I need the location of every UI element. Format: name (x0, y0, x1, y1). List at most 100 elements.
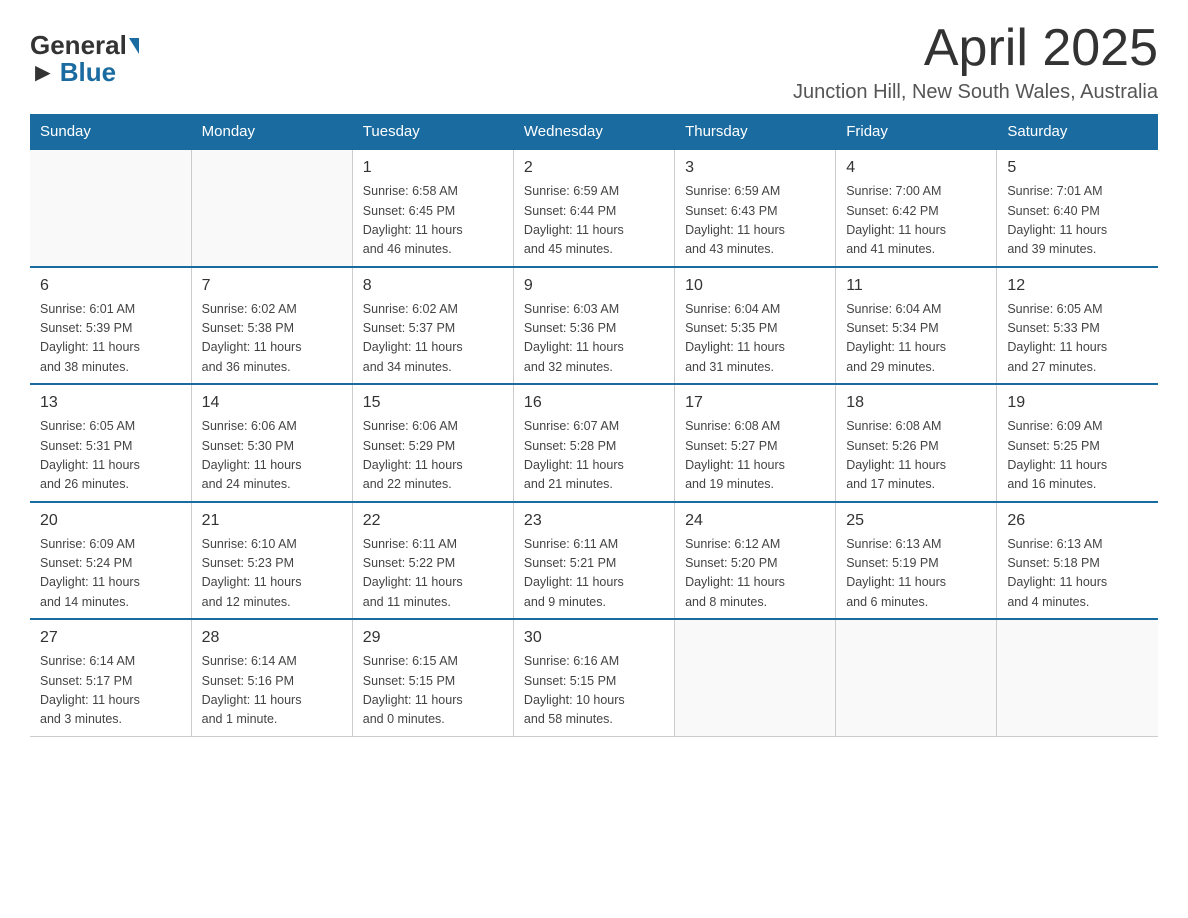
calendar-day-13: 13Sunrise: 6:05 AMSunset: 5:31 PMDayligh… (30, 384, 191, 502)
day-number: 28 (202, 626, 342, 650)
calendar-day-16: 16Sunrise: 6:07 AMSunset: 5:28 PMDayligh… (513, 384, 674, 502)
calendar-empty-cell (675, 619, 836, 736)
day-info: Sunrise: 6:15 AMSunset: 5:15 PMDaylight:… (363, 652, 503, 730)
day-info: Sunrise: 7:01 AMSunset: 6:40 PMDaylight:… (1007, 182, 1148, 260)
day-number: 11 (846, 274, 986, 298)
day-info: Sunrise: 6:13 AMSunset: 5:19 PMDaylight:… (846, 535, 986, 613)
calendar-empty-cell (997, 619, 1158, 736)
day-info: Sunrise: 6:06 AMSunset: 5:30 PMDaylight:… (202, 417, 342, 495)
calendar-day-23: 23Sunrise: 6:11 AMSunset: 5:21 PMDayligh… (513, 502, 674, 620)
day-info: Sunrise: 6:59 AMSunset: 6:43 PMDaylight:… (685, 182, 825, 260)
day-info: Sunrise: 6:59 AMSunset: 6:44 PMDaylight:… (524, 182, 664, 260)
day-info: Sunrise: 6:58 AMSunset: 6:45 PMDaylight:… (363, 182, 503, 260)
calendar-day-4: 4Sunrise: 7:00 AMSunset: 6:42 PMDaylight… (836, 149, 997, 267)
day-info: Sunrise: 6:13 AMSunset: 5:18 PMDaylight:… (1007, 535, 1148, 613)
calendar-day-19: 19Sunrise: 6:09 AMSunset: 5:25 PMDayligh… (997, 384, 1158, 502)
calendar-day-3: 3Sunrise: 6:59 AMSunset: 6:43 PMDaylight… (675, 149, 836, 267)
logo: General ► Blue (30, 30, 141, 88)
day-number: 9 (524, 274, 664, 298)
calendar-day-header-thursday: Thursday (675, 115, 836, 150)
calendar-day-11: 11Sunrise: 6:04 AMSunset: 5:34 PMDayligh… (836, 267, 997, 385)
day-number: 13 (40, 391, 181, 415)
day-number: 29 (363, 626, 503, 650)
day-number: 25 (846, 509, 986, 533)
calendar-empty-cell (191, 149, 352, 267)
day-info: Sunrise: 6:11 AMSunset: 5:22 PMDaylight:… (363, 535, 503, 613)
day-number: 16 (524, 391, 664, 415)
calendar-empty-cell (836, 619, 997, 736)
calendar-day-9: 9Sunrise: 6:03 AMSunset: 5:36 PMDaylight… (513, 267, 674, 385)
day-number: 21 (202, 509, 342, 533)
calendar-day-header-saturday: Saturday (997, 115, 1158, 150)
calendar-day-header-sunday: Sunday (30, 115, 191, 150)
day-info: Sunrise: 6:10 AMSunset: 5:23 PMDaylight:… (202, 535, 342, 613)
page-subtitle: Junction Hill, New South Wales, Australi… (793, 81, 1158, 104)
day-info: Sunrise: 6:08 AMSunset: 5:27 PMDaylight:… (685, 417, 825, 495)
title-area: April 2025 Junction Hill, New South Wale… (793, 20, 1158, 104)
calendar-day-8: 8Sunrise: 6:02 AMSunset: 5:37 PMDaylight… (352, 267, 513, 385)
day-info: Sunrise: 6:12 AMSunset: 5:20 PMDaylight:… (685, 535, 825, 613)
day-info: Sunrise: 6:07 AMSunset: 5:28 PMDaylight:… (524, 417, 664, 495)
day-info: Sunrise: 6:05 AMSunset: 5:33 PMDaylight:… (1007, 300, 1148, 378)
calendar-day-12: 12Sunrise: 6:05 AMSunset: 5:33 PMDayligh… (997, 267, 1158, 385)
calendar-table: SundayMondayTuesdayWednesdayThursdayFrid… (30, 114, 1158, 737)
day-info: Sunrise: 6:14 AMSunset: 5:17 PMDaylight:… (40, 652, 181, 730)
calendar-empty-cell (30, 149, 191, 267)
day-info: Sunrise: 6:09 AMSunset: 5:25 PMDaylight:… (1007, 417, 1148, 495)
calendar-day-6: 6Sunrise: 6:01 AMSunset: 5:39 PMDaylight… (30, 267, 191, 385)
day-number: 19 (1007, 391, 1148, 415)
day-info: Sunrise: 6:16 AMSunset: 5:15 PMDaylight:… (524, 652, 664, 730)
calendar-day-header-wednesday: Wednesday (513, 115, 674, 150)
day-number: 6 (40, 274, 181, 298)
calendar-day-17: 17Sunrise: 6:08 AMSunset: 5:27 PMDayligh… (675, 384, 836, 502)
calendar-week-row-3: 13Sunrise: 6:05 AMSunset: 5:31 PMDayligh… (30, 384, 1158, 502)
day-info: Sunrise: 6:01 AMSunset: 5:39 PMDaylight:… (40, 300, 181, 378)
calendar-day-25: 25Sunrise: 6:13 AMSunset: 5:19 PMDayligh… (836, 502, 997, 620)
day-number: 14 (202, 391, 342, 415)
day-number: 1 (363, 156, 503, 180)
calendar-week-row-4: 20Sunrise: 6:09 AMSunset: 5:24 PMDayligh… (30, 502, 1158, 620)
day-number: 20 (40, 509, 181, 533)
day-number: 8 (363, 274, 503, 298)
calendar-day-header-monday: Monday (191, 115, 352, 150)
calendar-week-row-5: 27Sunrise: 6:14 AMSunset: 5:17 PMDayligh… (30, 619, 1158, 736)
day-info: Sunrise: 6:11 AMSunset: 5:21 PMDaylight:… (524, 535, 664, 613)
day-number: 7 (202, 274, 342, 298)
day-info: Sunrise: 7:00 AMSunset: 6:42 PMDaylight:… (846, 182, 986, 260)
calendar-day-7: 7Sunrise: 6:02 AMSunset: 5:38 PMDaylight… (191, 267, 352, 385)
day-number: 27 (40, 626, 181, 650)
logo-triangle-icon (129, 38, 139, 54)
day-number: 3 (685, 156, 825, 180)
calendar-day-15: 15Sunrise: 6:06 AMSunset: 5:29 PMDayligh… (352, 384, 513, 502)
calendar-day-24: 24Sunrise: 6:12 AMSunset: 5:20 PMDayligh… (675, 502, 836, 620)
calendar-day-1: 1Sunrise: 6:58 AMSunset: 6:45 PMDaylight… (352, 149, 513, 267)
page-header: General ► Blue April 2025 Junction Hill,… (30, 20, 1158, 104)
day-number: 18 (846, 391, 986, 415)
day-number: 24 (685, 509, 825, 533)
day-info: Sunrise: 6:09 AMSunset: 5:24 PMDaylight:… (40, 535, 181, 613)
calendar-day-30: 30Sunrise: 6:16 AMSunset: 5:15 PMDayligh… (513, 619, 674, 736)
calendar-day-header-friday: Friday (836, 115, 997, 150)
day-info: Sunrise: 6:02 AMSunset: 5:37 PMDaylight:… (363, 300, 503, 378)
day-number: 2 (524, 156, 664, 180)
day-info: Sunrise: 6:03 AMSunset: 5:36 PMDaylight:… (524, 300, 664, 378)
calendar-day-2: 2Sunrise: 6:59 AMSunset: 6:44 PMDaylight… (513, 149, 674, 267)
day-number: 15 (363, 391, 503, 415)
calendar-week-row-2: 6Sunrise: 6:01 AMSunset: 5:39 PMDaylight… (30, 267, 1158, 385)
day-info: Sunrise: 6:04 AMSunset: 5:35 PMDaylight:… (685, 300, 825, 378)
day-number: 17 (685, 391, 825, 415)
day-info: Sunrise: 6:14 AMSunset: 5:16 PMDaylight:… (202, 652, 342, 730)
day-number: 12 (1007, 274, 1148, 298)
day-info: Sunrise: 6:05 AMSunset: 5:31 PMDaylight:… (40, 417, 181, 495)
day-info: Sunrise: 6:06 AMSunset: 5:29 PMDaylight:… (363, 417, 503, 495)
day-number: 26 (1007, 509, 1148, 533)
calendar-day-22: 22Sunrise: 6:11 AMSunset: 5:22 PMDayligh… (352, 502, 513, 620)
day-number: 4 (846, 156, 986, 180)
day-info: Sunrise: 6:04 AMSunset: 5:34 PMDaylight:… (846, 300, 986, 378)
calendar-header-row: SundayMondayTuesdayWednesdayThursdayFrid… (30, 115, 1158, 150)
calendar-day-21: 21Sunrise: 6:10 AMSunset: 5:23 PMDayligh… (191, 502, 352, 620)
logo-blue: Blue (60, 57, 116, 88)
calendar-day-27: 27Sunrise: 6:14 AMSunset: 5:17 PMDayligh… (30, 619, 191, 736)
calendar-day-10: 10Sunrise: 6:04 AMSunset: 5:35 PMDayligh… (675, 267, 836, 385)
calendar-day-14: 14Sunrise: 6:06 AMSunset: 5:30 PMDayligh… (191, 384, 352, 502)
